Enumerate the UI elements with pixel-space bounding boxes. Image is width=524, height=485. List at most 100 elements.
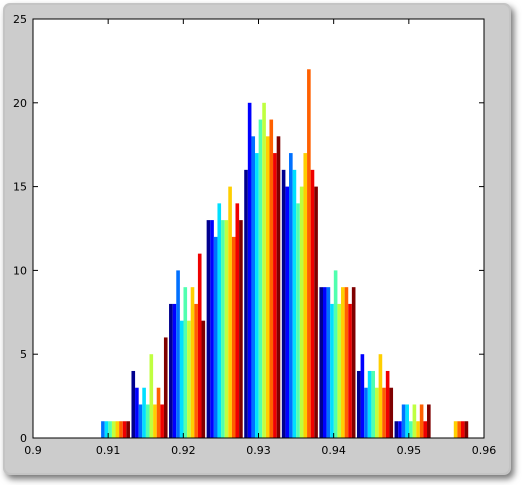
bar bbox=[190, 287, 195, 438]
x-tick-label: 0.96 bbox=[472, 444, 497, 457]
bar bbox=[378, 354, 383, 438]
x-tick-label: 0.92 bbox=[171, 444, 196, 457]
bar bbox=[149, 354, 154, 438]
bar bbox=[187, 320, 191, 438]
bar bbox=[344, 287, 349, 438]
bar bbox=[153, 404, 157, 438]
bar bbox=[348, 303, 352, 438]
y-tick-label: 20 bbox=[13, 97, 27, 110]
bar bbox=[163, 337, 168, 438]
bar bbox=[194, 303, 198, 438]
y-tick-label: 10 bbox=[13, 264, 27, 277]
bar bbox=[276, 136, 281, 438]
bar bbox=[231, 236, 236, 438]
bar bbox=[247, 102, 252, 439]
bar bbox=[156, 387, 161, 438]
bar bbox=[326, 287, 331, 438]
bar bbox=[142, 387, 146, 438]
bar bbox=[314, 186, 318, 438]
bar bbox=[360, 354, 365, 438]
bar bbox=[333, 270, 338, 438]
bar bbox=[262, 102, 266, 439]
bar bbox=[176, 270, 180, 438]
bar bbox=[319, 287, 323, 438]
bar bbox=[281, 169, 286, 438]
bar bbox=[265, 136, 270, 438]
bar bbox=[122, 421, 127, 438]
bar bbox=[228, 186, 232, 438]
bar bbox=[307, 69, 311, 438]
x-tick-label: 0.94 bbox=[321, 444, 346, 457]
bar bbox=[423, 421, 428, 438]
bar bbox=[135, 387, 139, 438]
x-tick-label: 0.93 bbox=[246, 444, 271, 457]
bar bbox=[131, 370, 136, 438]
bar bbox=[255, 153, 259, 438]
bar bbox=[427, 404, 431, 438]
bar bbox=[337, 303, 342, 438]
bar bbox=[389, 387, 394, 438]
bar bbox=[119, 421, 123, 438]
bar bbox=[269, 119, 274, 438]
bar bbox=[115, 421, 120, 438]
bar bbox=[224, 220, 229, 438]
bar bbox=[285, 186, 290, 438]
bar bbox=[201, 320, 206, 438]
bar bbox=[416, 421, 420, 438]
bar bbox=[197, 253, 202, 438]
bar bbox=[356, 370, 361, 438]
x-tick-label: 0.91 bbox=[96, 444, 121, 457]
bar bbox=[101, 421, 105, 438]
x-tick-label: 0.9 bbox=[24, 444, 42, 457]
y-tick-label: 5 bbox=[20, 348, 27, 361]
bar bbox=[273, 153, 277, 438]
bar bbox=[310, 169, 315, 438]
bar bbox=[179, 320, 184, 438]
bar bbox=[419, 404, 424, 438]
bar bbox=[398, 421, 402, 438]
bar bbox=[206, 220, 211, 438]
y-tick-label: 15 bbox=[13, 181, 27, 194]
bar bbox=[145, 404, 150, 438]
bar bbox=[461, 421, 465, 438]
histogram-chart: 0.9 0.91 0.92 0.93 0.94 0.95 0.96 0 5 10 15 20 25 bbox=[13, 13, 497, 457]
bar bbox=[464, 421, 469, 438]
bar bbox=[341, 287, 345, 438]
bar bbox=[382, 387, 386, 438]
bar bbox=[183, 287, 188, 438]
bar bbox=[453, 421, 458, 438]
bar bbox=[111, 421, 116, 438]
bar bbox=[138, 404, 143, 438]
bar bbox=[375, 387, 379, 438]
bar bbox=[385, 370, 390, 438]
bar bbox=[303, 153, 308, 438]
bar bbox=[330, 303, 334, 438]
bar bbox=[217, 203, 222, 438]
bar bbox=[457, 421, 461, 438]
bar bbox=[408, 421, 413, 438]
x-tick-label: 0.95 bbox=[397, 444, 422, 457]
bar bbox=[296, 203, 300, 438]
bar bbox=[235, 203, 240, 438]
bar bbox=[221, 220, 225, 438]
bar bbox=[412, 404, 417, 438]
bar bbox=[322, 287, 327, 438]
y-tick-label: 25 bbox=[13, 13, 27, 26]
bar bbox=[251, 136, 256, 438]
bar bbox=[371, 370, 376, 438]
bar bbox=[108, 421, 112, 438]
bar bbox=[258, 119, 263, 438]
bar bbox=[239, 220, 243, 438]
bar bbox=[210, 220, 214, 438]
bar bbox=[299, 186, 304, 438]
bar bbox=[289, 153, 293, 438]
bar bbox=[401, 404, 406, 438]
bar bbox=[351, 287, 356, 438]
bar bbox=[126, 421, 130, 438]
bar bbox=[160, 404, 164, 438]
bar bbox=[244, 169, 248, 438]
bar bbox=[172, 303, 177, 438]
bar bbox=[405, 404, 409, 438]
y-tick-label: 0 bbox=[20, 432, 27, 445]
bar bbox=[213, 236, 218, 438]
